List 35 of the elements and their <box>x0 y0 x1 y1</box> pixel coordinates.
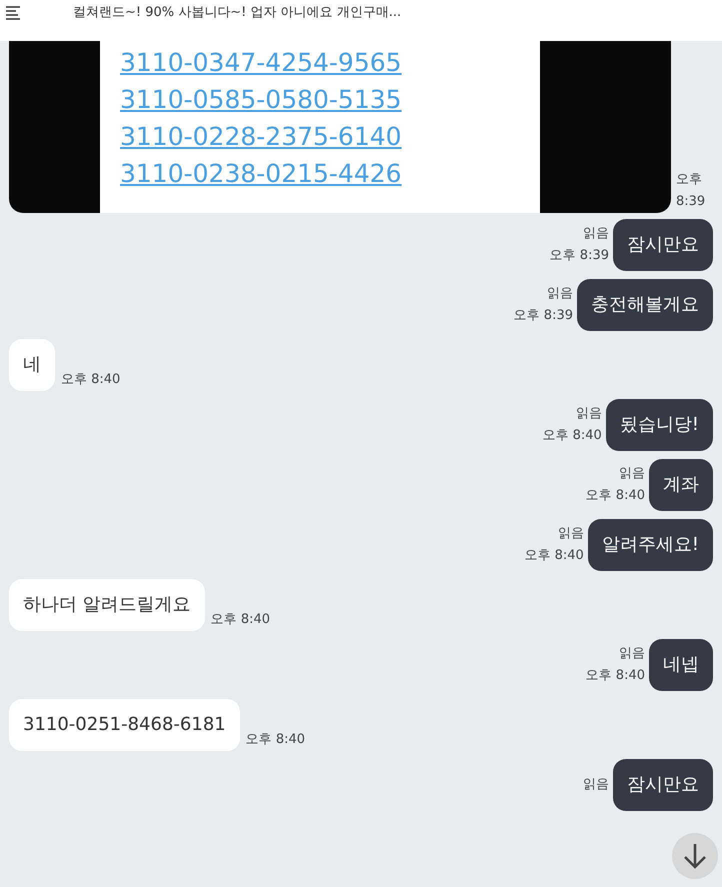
scroll-down-button[interactable] <box>672 833 718 879</box>
read-receipt: 읽음 <box>619 465 645 483</box>
message-bubble: 잠시만요 <box>613 759 713 811</box>
account-link[interactable]: 3110-0228-2375-6140 <box>120 118 540 155</box>
read-receipt: 읽음 <box>583 225 609 243</box>
message-bubble: 충전해볼게요 <box>577 279 713 331</box>
timestamp: 오후 8:40 <box>61 371 120 389</box>
timestamp: 오후 8:40 <box>210 611 270 629</box>
menu-icon[interactable] <box>5 5 21 21</box>
message-bubble: 계좌 <box>649 459 713 511</box>
timestamp: 오후 8:40 <box>524 547 584 565</box>
account-link[interactable]: 3110-0585-0580-5135 <box>120 81 540 118</box>
message-bubble: 네넵 <box>649 639 713 691</box>
account-link[interactable]: 3110-0238-0215-4426 <box>120 155 540 192</box>
timestamp: 오후 <box>676 171 703 189</box>
read-receipt: 읽음 <box>583 776 609 794</box>
read-receipt: 읽음 <box>576 405 602 423</box>
read-receipt: 읽음 <box>619 645 645 663</box>
timestamp: 오후 8:40 <box>246 731 306 749</box>
message-bubble: 알려주세요! <box>588 519 713 571</box>
message-bubble: 잠시만요 <box>613 219 713 271</box>
message-bubble: 됬습니당! <box>606 399 713 451</box>
message-bubble: 3110-0251-8468-6181 <box>9 699 240 751</box>
read-receipt: 읽음 <box>558 525 584 543</box>
message-bubble: 하나더 알려드릴게요 <box>9 579 205 631</box>
account-link[interactable]: 3110-0347-4254-9565 <box>120 44 540 81</box>
timestamp: 오후 8:40 <box>586 667 645 685</box>
timestamp: 오후 8:39 <box>514 307 573 325</box>
chat-title: 컬쳐랜드~! 90% 사봅니다~! 업자 아니에요 개인구매... <box>73 4 402 22</box>
timestamp: 8:39 <box>676 193 706 211</box>
timestamp: 오후 8:39 <box>550 247 609 265</box>
timestamp: 오후 8:40 <box>586 487 645 505</box>
message-bubble: 네 <box>9 339 55 391</box>
timestamp: 오후 8:40 <box>542 427 602 445</box>
read-receipt: 읽음 <box>547 285 573 303</box>
